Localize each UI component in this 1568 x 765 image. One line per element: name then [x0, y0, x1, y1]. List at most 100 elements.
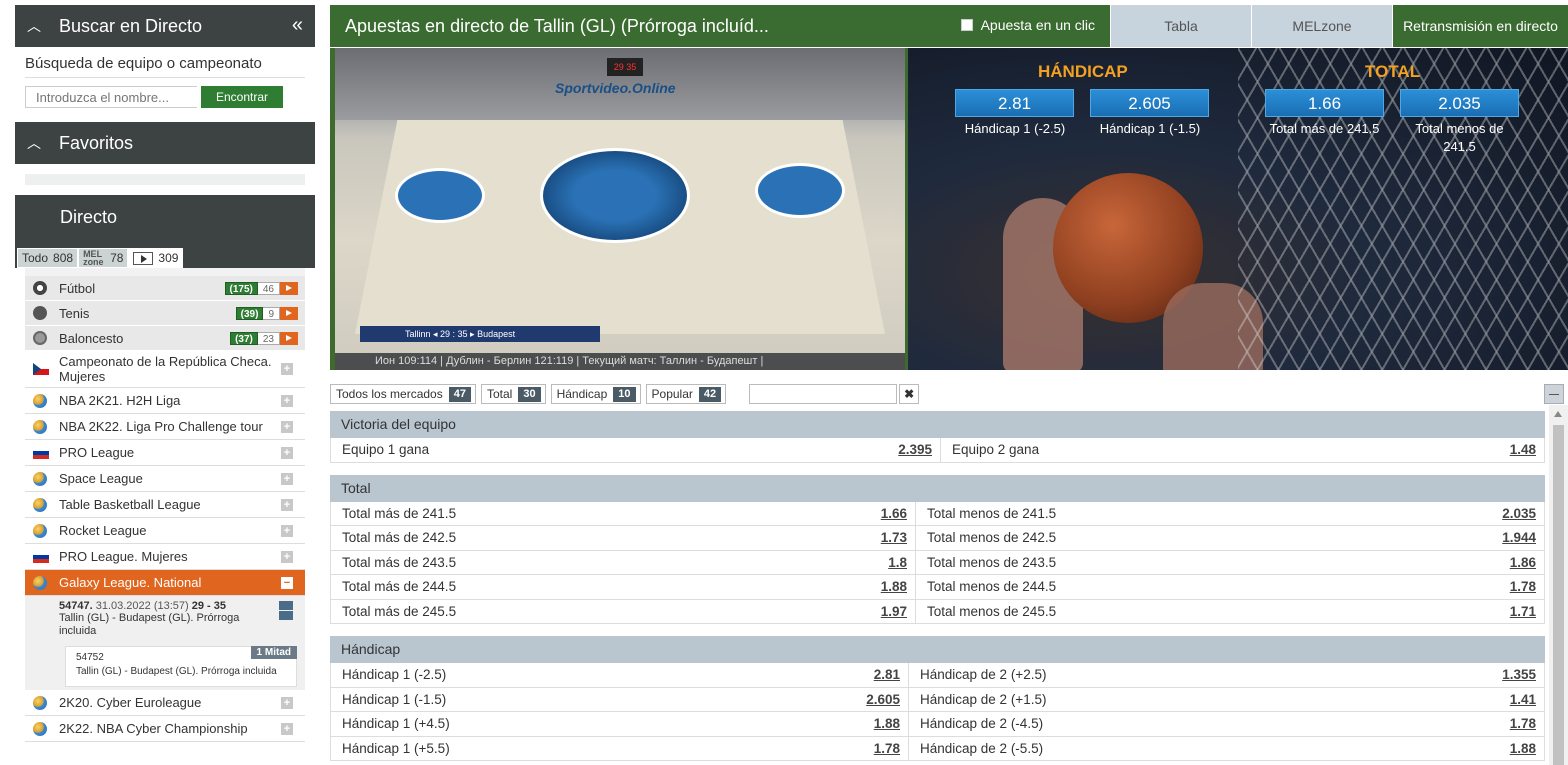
bet-cell[interactable]: Total más de 245.5 1.97 — [331, 599, 916, 623]
bet-odd[interactable]: 1.97 — [881, 604, 907, 619]
bet-odd[interactable]: 1.71 — [1510, 604, 1536, 619]
sport-football[interactable]: Fútbol (175) 46 — [25, 276, 305, 301]
tab-tabla[interactable]: Tabla — [1110, 5, 1251, 47]
bet-odd[interactable]: 1.944 — [1502, 530, 1536, 545]
video-icon[interactable] — [280, 331, 298, 345]
search-button[interactable]: Encontrar — [201, 86, 283, 108]
bet-cell[interactable]: Total menos de 244.5 1.78 — [916, 575, 1544, 599]
bet-odd[interactable]: 2.035 — [1502, 506, 1536, 521]
bet-cell[interactable]: Hándicap de 2 (+2.5) 1.355 — [909, 663, 1544, 687]
league-item[interactable]: PRO League + — [25, 440, 305, 466]
bet-odd[interactable]: 1.66 — [881, 506, 907, 521]
expand-icon[interactable]: + — [281, 394, 293, 407]
expand-icon[interactable]: + — [281, 722, 293, 735]
league-item[interactable]: Space League + — [25, 466, 305, 492]
one-click-toggle[interactable]: Apuesta en un clic — [960, 17, 1095, 33]
bet-cell[interactable]: Hándicap 1 (-2.5) 2.81 — [331, 663, 909, 687]
bet-odd[interactable]: 1.41 — [1510, 692, 1536, 707]
league-item[interactable]: 2K22. NBA Cyber Championship + — [25, 716, 305, 742]
bet-cell[interactable]: Total más de 243.5 1.8 — [331, 550, 916, 574]
market-title[interactable]: Victoria del equipo — [330, 411, 1545, 438]
search-input[interactable] — [25, 86, 197, 108]
bet-odd[interactable]: 1.48 — [1510, 442, 1536, 457]
bet-cell[interactable]: Equipo 1 gana 2.395 — [331, 438, 941, 462]
bet-cell[interactable]: Total más de 242.5 1.73 — [331, 526, 916, 550]
filter-total[interactable]: Total 30 — [480, 384, 546, 404]
stats-icon[interactable] — [279, 611, 293, 620]
bet-odd[interactable]: 1.86 — [1510, 555, 1536, 570]
bet-cell[interactable]: Hándicap de 2 (-5.5) 1.88 — [909, 737, 1544, 761]
bet-cell[interactable]: Hándicap de 2 (-4.5) 1.78 — [909, 712, 1544, 736]
video-icon[interactable] — [279, 601, 293, 610]
scrollbar[interactable] — [1549, 405, 1568, 765]
league-item[interactable]: NBA 2K22. Liga Pro Challenge tour + — [25, 414, 305, 440]
bet-cell[interactable]: Total más de 241.5 1.66 — [331, 501, 916, 525]
expand-icon[interactable]: + — [281, 524, 293, 537]
odd-button[interactable]: 2.605 — [1090, 89, 1209, 117]
tab-video[interactable]: 309 — [128, 248, 184, 268]
league-item[interactable]: PRO League. Mujeres + — [25, 544, 305, 570]
expand-icon[interactable]: + — [281, 420, 293, 433]
bet-odd[interactable]: 1.88 — [874, 716, 900, 731]
tab-melzone[interactable]: MELzone — [1251, 5, 1392, 47]
checkbox[interactable] — [960, 19, 973, 31]
bet-cell[interactable]: Total menos de 245.5 1.71 — [916, 600, 1544, 624]
bet-odd[interactable]: 1.78 — [874, 741, 900, 756]
sport-basketball[interactable]: Baloncesto (37) 23 — [25, 326, 305, 351]
bet-cell[interactable]: Total menos de 241.5 2.035 — [916, 502, 1544, 526]
odd-button[interactable]: 1.66 — [1265, 89, 1384, 117]
video-icon[interactable] — [280, 281, 298, 295]
bet-odd[interactable]: 2.605 — [866, 692, 900, 707]
bet-cell[interactable]: Total menos de 243.5 1.86 — [916, 551, 1544, 575]
tab-melzone[interactable]: MEL zone 78 — [78, 248, 129, 268]
league-item[interactable]: Table Basketball League + — [25, 492, 305, 518]
expand-icon[interactable]: + — [281, 363, 293, 375]
bet-cell[interactable]: Equipo 2 gana 1.48 — [941, 438, 1544, 462]
sub-match[interactable]: 1 Mitad 54752 Tallin (GL) - Budapest (GL… — [65, 646, 297, 687]
bet-cell[interactable]: Hándicap 1 (+5.5) 1.78 — [331, 736, 909, 760]
market-title[interactable]: Total — [330, 474, 1545, 502]
bet-odd[interactable]: 1.78 — [1510, 716, 1536, 731]
search-header[interactable]: ︿ Buscar en Directo « — [15, 5, 315, 47]
video-icon[interactable] — [280, 306, 298, 320]
clear-icon[interactable]: ✖ — [899, 384, 920, 404]
chevron-up-icon[interactable]: ︿ — [27, 16, 41, 36]
expand-icon[interactable]: + — [281, 498, 293, 511]
bet-odd[interactable]: 1.8 — [888, 555, 907, 570]
bet-cell[interactable]: Hándicap 1 (+4.5) 1.88 — [331, 712, 909, 736]
market-title[interactable]: Hándicap — [330, 636, 1545, 663]
odd-button[interactable]: 2.035 — [1400, 89, 1519, 117]
bet-cell[interactable]: Hándicap 1 (-1.5) 2.605 — [331, 687, 909, 711]
favorites-header[interactable]: ︿ Favoritos — [15, 122, 315, 164]
expand-icon[interactable]: + — [281, 472, 293, 485]
bet-cell[interactable]: Hándicap de 2 (+1.5) 1.41 — [909, 688, 1544, 712]
bet-odd[interactable]: 1.88 — [881, 579, 907, 594]
chevron-up-icon[interactable]: ︿ — [27, 133, 41, 153]
expand-icon[interactable]: + — [281, 550, 293, 563]
collapse-sidebar-icon[interactable]: « — [292, 14, 303, 37]
sport-tennis[interactable]: Tenis (39) 9 — [25, 301, 305, 326]
tab-all[interactable]: Todo 808 — [17, 248, 79, 268]
bet-odd[interactable]: 2.395 — [898, 442, 932, 457]
collapse-all-button[interactable] — [1544, 384, 1564, 404]
bet-odd[interactable]: 1.355 — [1502, 667, 1536, 682]
bet-cell[interactable]: Total menos de 242.5 1.944 — [916, 526, 1544, 550]
filter-all-markets[interactable]: Todos los mercados 47 — [330, 384, 476, 404]
video-player[interactable]: Sportvideo.Online 29 35 Tallinn ◂ 29 : 3… — [330, 48, 908, 370]
league-item[interactable]: Campeonato de la República Checa. Mujere… — [25, 351, 305, 388]
bet-odd[interactable]: 1.88 — [1510, 741, 1536, 756]
scroll-up-icon[interactable] — [1554, 411, 1562, 417]
bet-odd[interactable]: 1.73 — [881, 530, 907, 545]
tab-live-stream[interactable]: Retransmisión en directo — [1392, 5, 1568, 47]
bet-cell[interactable]: Total más de 244.5 1.88 — [331, 575, 916, 599]
match-item[interactable]: 54747. 31.03.2022 (13:57) 29 - 35 Tallin… — [25, 596, 305, 690]
collapse-icon[interactable]: − — [281, 576, 293, 589]
filter-popular[interactable]: Popular 42 — [645, 384, 727, 404]
expand-icon[interactable]: + — [281, 696, 293, 709]
market-search-input[interactable] — [749, 384, 898, 404]
expand-icon[interactable]: + — [281, 446, 293, 459]
scrollbar-thumb[interactable] — [1553, 425, 1564, 765]
league-item[interactable]: 2K20. Cyber Euroleague + — [25, 690, 305, 716]
odd-button[interactable]: 2.81 — [955, 89, 1074, 117]
bet-odd[interactable]: 2.81 — [874, 667, 900, 682]
